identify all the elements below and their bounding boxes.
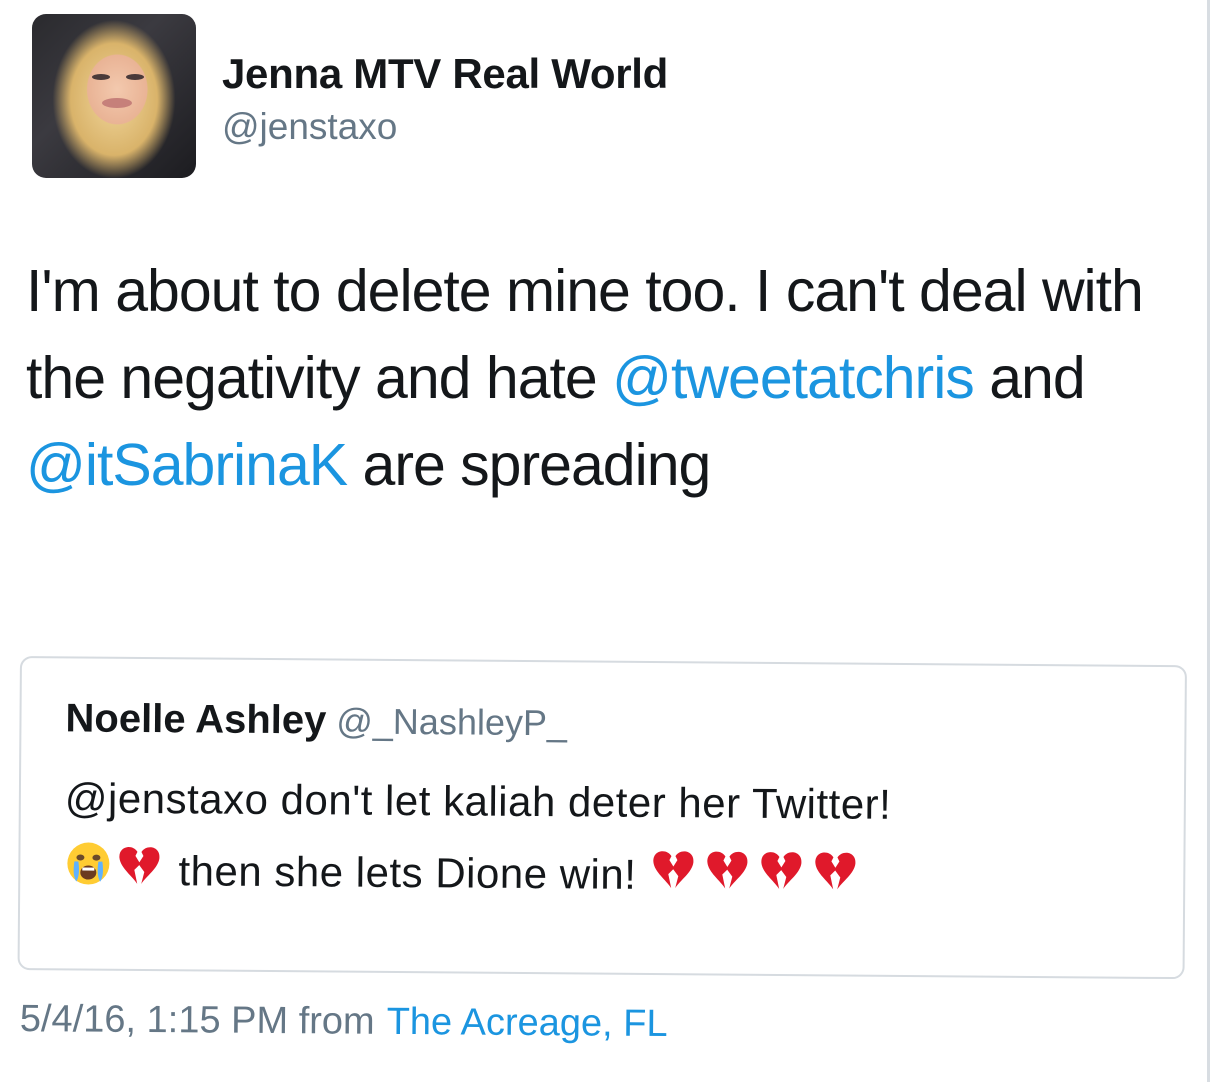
quoted-text-line2: then she lets Dione win! [178, 847, 637, 898]
avatar-eye [92, 74, 110, 80]
broken-heart-icon [702, 842, 753, 914]
author-avatar[interactable] [32, 14, 196, 178]
tweet-text-line: I'm about to delete mine too. I can't de… [26, 258, 1144, 411]
quoted-author: Noelle Ashley @_NashleyP_ [65, 696, 567, 745]
quoted-text-line-emoji: then she lets Dione win! [64, 834, 1145, 917]
tweet-text-and: and [989, 345, 1085, 411]
mention-link-itsabrinak[interactable]: @itSabrinaK [26, 432, 348, 498]
broken-heart-icon [116, 838, 163, 910]
broken-heart-icon [810, 843, 861, 915]
quoted-author-name: Noelle Ashley [65, 696, 327, 743]
tweet-location-link[interactable]: The Acreage, FL [387, 1001, 668, 1045]
broken-heart-icon [648, 842, 699, 914]
quoted-text: @jenstaxo don't let kaliah deter her Twi… [64, 762, 1145, 917]
author-name[interactable]: Jenna MTV Real World [222, 50, 668, 98]
quoted-tweet-card[interactable]: Noelle Ashley @_NashleyP_ @jenstaxo don't… [17, 656, 1187, 980]
mention-link-tweetatchris[interactable]: @tweetatchris [612, 345, 975, 411]
quoted-author-handle: @_NashleyP_ [336, 700, 568, 744]
tweet-meta: 5/4/16, 1:15 PM from The Acreage, FL [20, 998, 668, 1046]
avatar-lips [102, 98, 132, 108]
author-handle[interactable]: @jenstaxo [222, 106, 397, 148]
tweet-text-tail: are spreading [362, 432, 712, 498]
tweet-timestamp[interactable]: 5/4/16, 1:15 PM from [20, 998, 375, 1043]
quoted-text-line: @jenstaxo don't let kaliah deter her Twi… [64, 774, 892, 828]
broken-heart-icon [756, 843, 807, 915]
crying-face-icon [64, 837, 113, 909]
avatar-eye [126, 74, 144, 80]
tweet-text: I'm about to delete mine too. I can't de… [26, 248, 1176, 509]
